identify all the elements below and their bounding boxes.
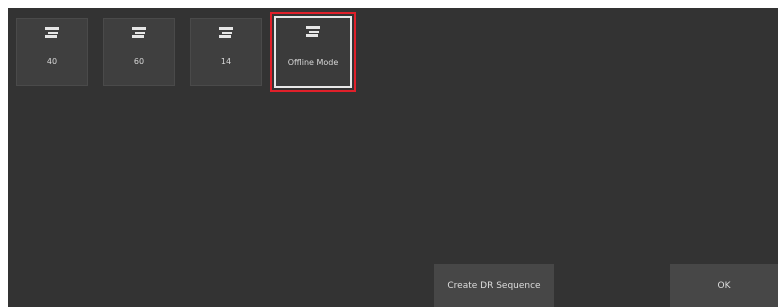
detector-selection-panel: 40 60 14 Offline Mode Create DR Sequence… — [8, 8, 778, 307]
tile-label: Offline Mode — [287, 58, 339, 67]
detector-icon — [132, 27, 146, 38]
create-dr-sequence-button[interactable]: Create DR Sequence — [434, 264, 554, 307]
detector-icon — [45, 27, 59, 38]
detector-tile-offline-mode[interactable]: Offline Mode — [270, 12, 356, 92]
ok-button[interactable]: OK — [670, 264, 778, 307]
tile-label: 40 — [46, 57, 58, 66]
detector-tile-14[interactable]: 14 — [190, 18, 262, 86]
tile-label: 14 — [220, 57, 232, 66]
tile-label: 60 — [133, 57, 145, 66]
detector-tile-40[interactable]: 40 — [16, 18, 88, 86]
detector-icon — [219, 27, 233, 38]
detector-icon — [306, 26, 320, 37]
detector-tile-60[interactable]: 60 — [103, 18, 175, 86]
